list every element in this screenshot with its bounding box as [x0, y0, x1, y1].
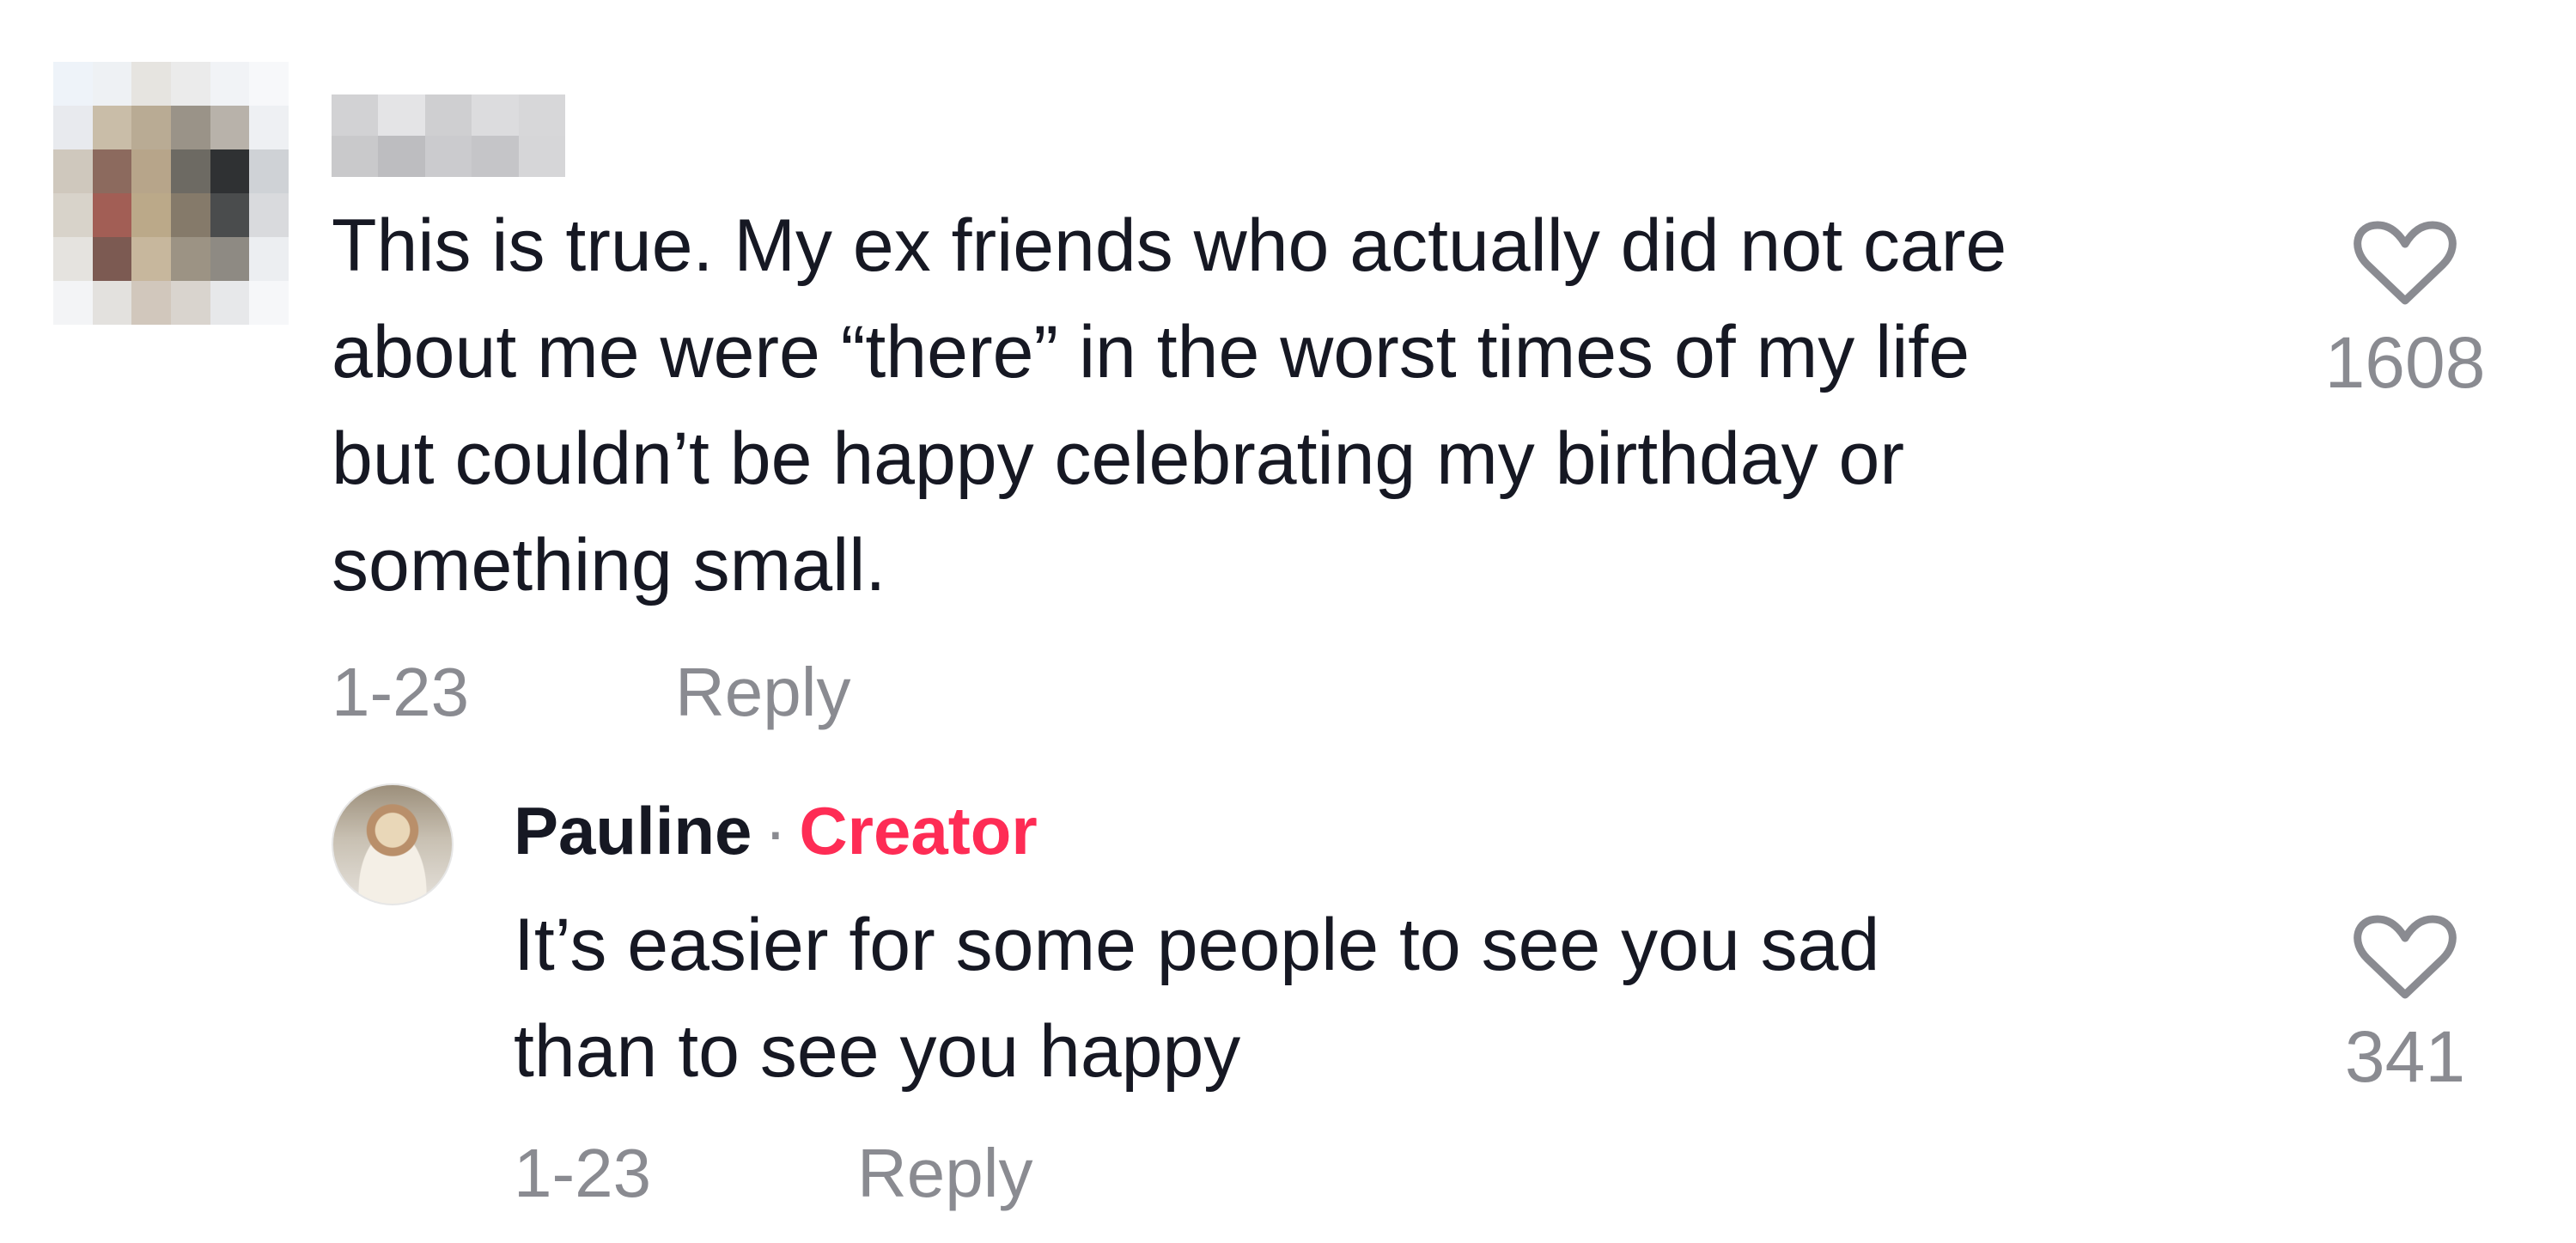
reply-header: Pauline · Creator	[514, 792, 1038, 870]
creator-badge: Creator	[799, 793, 1038, 868]
comment-date: 1-23	[332, 654, 470, 730]
like-count: 341	[2344, 1016, 2466, 1097]
reply-button[interactable]: Reply	[857, 1134, 1033, 1213]
comment-item: This is true. My ex friends who actually…	[0, 0, 2576, 773]
avatar[interactable]	[332, 783, 454, 905]
reply-text: It’s easier for some people to see you s…	[514, 904, 1880, 1093]
username[interactable]	[332, 94, 565, 177]
comment-text: This is true. My ex friends who actually…	[332, 204, 2007, 606]
avatar[interactable]	[53, 62, 289, 325]
heart-outline-icon	[2354, 221, 2457, 305]
reply-date: 1-23	[514, 1135, 652, 1211]
author-name[interactable]: Pauline	[514, 793, 752, 868]
heart-outline-icon	[2354, 915, 2457, 999]
reply-button[interactable]: Reply	[675, 653, 851, 732]
like-button[interactable]: 1608	[2319, 216, 2491, 405]
like-button[interactable]: 341	[2319, 911, 2491, 1100]
like-count: 1608	[2324, 322, 2486, 403]
separator: ·	[764, 793, 787, 868]
reply-item: Pauline · Creator It’s easier for some p…	[0, 773, 2576, 1243]
